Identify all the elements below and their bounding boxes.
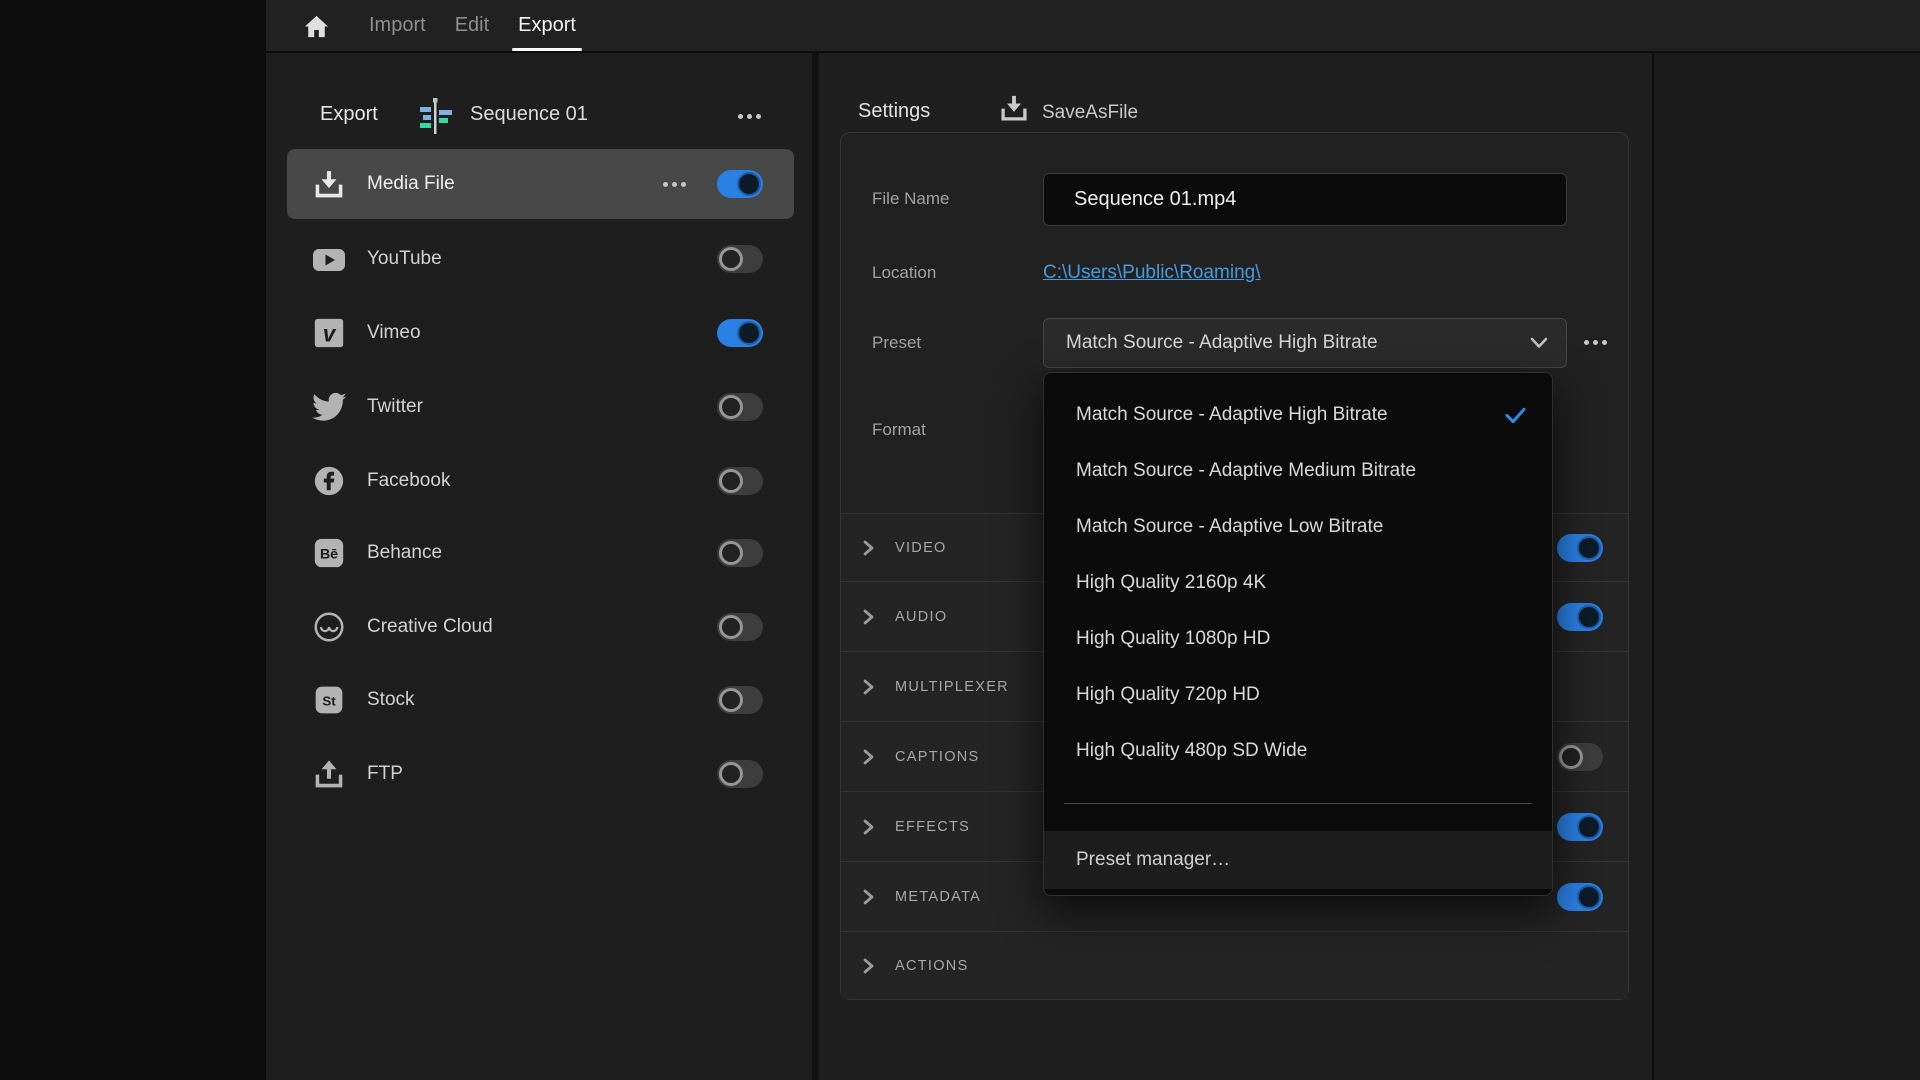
preset-dropdown-menu: Match Source - Adaptive High Bitrate Mat… [1043,372,1553,896]
export-panel-title: Export [320,103,378,126]
left-black-strip [0,0,266,1080]
destination-creative-cloud[interactable]: Creative Cloud [287,592,794,662]
audio-toggle[interactable] [1557,603,1603,631]
svg-text:Bē: Bē [320,547,338,563]
ftp-upload-icon [310,755,348,793]
premiere-export-window: Import Edit Export Export Sequence 01 Me… [0,0,1920,1080]
youtube-icon [310,240,348,278]
preset-more-options-icon[interactable] [1584,340,1607,345]
media-file-icon [310,165,348,203]
location-link[interactable]: C:\Users\Public\Roaming\ [1043,262,1261,284]
workspace-tabs: Import Edit Export [369,0,576,51]
check-icon [1505,407,1526,424]
chevron-right-icon[interactable] [861,609,875,625]
destination-youtube[interactable]: YouTube [287,224,794,294]
effects-toggle[interactable] [1557,813,1603,841]
creative-cloud-icon [310,608,348,646]
facebook-icon [310,462,348,500]
preset-option[interactable]: Match Source - Adaptive Medium Bitrate [1044,443,1552,499]
home-icon [303,14,330,39]
twitter-toggle[interactable] [717,393,763,421]
preset-option[interactable]: High Quality 480p SD Wide [1044,723,1552,779]
chevron-down-icon [1530,337,1548,349]
video-toggle[interactable] [1557,534,1603,562]
panel-more-options-icon[interactable] [738,114,761,119]
chevron-right-icon[interactable] [861,889,875,905]
preset-option[interactable]: High Quality 1080p HD [1044,611,1552,667]
sequence-name: Sequence 01 [470,103,588,126]
metadata-toggle[interactable] [1557,883,1603,911]
chevron-right-icon[interactable] [861,679,875,695]
file-name-label: File Name [872,189,949,209]
destination-ftp[interactable]: FTP [287,739,794,809]
svg-text:v: v [323,321,337,347]
file-name-input[interactable] [1043,173,1567,226]
behance-toggle[interactable] [717,539,763,567]
destination-media-file[interactable]: Media File [287,149,794,219]
chevron-right-icon[interactable] [861,819,875,835]
right-empty-area [1652,53,1920,1080]
chevron-right-icon[interactable] [861,749,875,765]
section-actions[interactable]: ACTIONS [841,931,1628,999]
creative-cloud-toggle[interactable] [717,613,763,641]
settings-title: Settings [858,100,930,123]
menu-separator [1064,803,1532,804]
save-as-file-icon[interactable] [998,92,1030,124]
preset-label: Preset [872,333,921,353]
destination-behance[interactable]: Bē Behance [287,518,794,588]
chevron-right-icon[interactable] [861,958,875,974]
preset-option[interactable]: High Quality 2160p 4K [1044,555,1552,611]
destination-stock[interactable]: St Stock [287,665,794,735]
chevron-right-icon[interactable] [861,540,875,556]
home-button[interactable] [300,11,332,41]
preset-dropdown[interactable]: Match Source - Adaptive High Bitrate [1043,318,1567,368]
destination-twitter[interactable]: Twitter [287,372,794,442]
behance-icon: Bē [310,534,348,572]
save-as-file-button[interactable]: SaveAsFile [1042,102,1138,124]
destination-facebook[interactable]: Facebook [287,446,794,516]
sequence-icon [414,96,456,138]
preset-manager-item[interactable]: Preset manager… [1044,831,1552,889]
media-file-more-icon[interactable] [663,182,686,187]
format-label: Format [872,420,926,440]
preset-selected-value: Match Source - Adaptive High Bitrate [1044,332,1530,354]
destination-vimeo[interactable]: v Vimeo [287,298,794,368]
vimeo-toggle[interactable] [717,319,763,347]
media-file-toggle[interactable] [717,170,763,198]
captions-toggle[interactable] [1557,743,1603,771]
svg-text:St: St [322,693,336,708]
facebook-toggle[interactable] [717,467,763,495]
ftp-toggle[interactable] [717,760,763,788]
twitter-icon [310,388,348,426]
location-label: Location [872,263,936,283]
preset-option[interactable]: Match Source - Adaptive Low Bitrate [1044,499,1552,555]
preset-option[interactable]: High Quality 720p HD [1044,667,1552,723]
preset-option[interactable]: Match Source - Adaptive High Bitrate [1044,387,1552,443]
vimeo-icon: v [310,314,348,352]
tab-export[interactable]: Export [518,0,576,51]
stock-toggle[interactable] [717,686,763,714]
stock-icon: St [310,681,348,719]
youtube-toggle[interactable] [717,245,763,273]
tab-edit[interactable]: Edit [455,0,489,51]
tab-import[interactable]: Import [369,0,426,51]
